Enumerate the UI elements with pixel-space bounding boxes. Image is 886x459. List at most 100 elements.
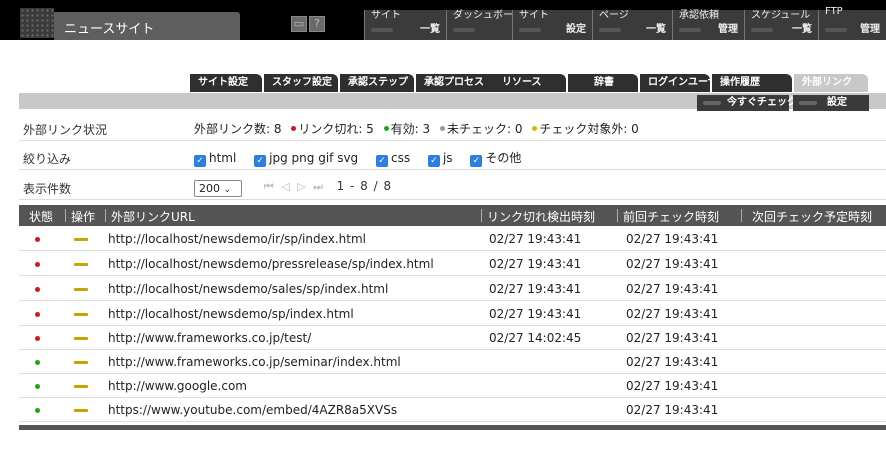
tab-approval-steps[interactable]: 承認ステップ — [340, 74, 414, 92]
nav-sublabel: 設定 — [566, 24, 586, 35]
broken-detected-time: 02/27 19:43:41 — [489, 307, 582, 321]
settings-button[interactable]: 設定 — [793, 95, 869, 111]
table-row[interactable]: http://localhost/newsdemo/sales/sp/index… — [19, 277, 886, 301]
tab-staff-settings[interactable]: スタッフ設定 — [264, 74, 338, 92]
table-row[interactable]: http://localhost/newsdemo/pressrelease/s… — [19, 252, 886, 276]
help-button[interactable]: ? — [309, 16, 325, 32]
table-row[interactable]: http://www.google.com 02/27 19:43:41 — [19, 374, 886, 398]
edit-bar-icon[interactable] — [74, 313, 88, 316]
grid-logo-icon[interactable] — [20, 8, 54, 38]
link-url[interactable]: http://www.frameworks.co.jp/test/ — [108, 331, 311, 345]
checkbox-icon[interactable]: ✓ — [470, 155, 483, 167]
previous-check-time: 02/27 19:43:41 — [626, 355, 719, 369]
prev-page-icon[interactable]: ◁ — [281, 180, 291, 193]
per-page-select[interactable]: 200 ⌄ — [194, 180, 242, 197]
edit-bar-icon[interactable] — [74, 385, 88, 388]
check-now-label: 今すぐチェック — [727, 97, 797, 108]
settings-label: 設定 — [827, 97, 847, 108]
broken-status-icon — [35, 237, 40, 242]
tab-resources[interactable]: リソース — [494, 74, 566, 92]
filter-html[interactable]: ✓ html — [194, 151, 236, 167]
nav-page-list[interactable]: ページ 一覧 — [592, 10, 672, 40]
table-row[interactable]: https://www.youtube.com/embed/4AZR8a5XVS… — [19, 398, 886, 422]
nav-site-settings[interactable]: サイト 設定 — [512, 10, 592, 40]
unchecked-dot-icon — [439, 126, 445, 131]
screen-icon[interactable]: ▭ — [291, 16, 307, 32]
tab-operation-history[interactable]: 操作履歴 — [712, 74, 792, 92]
nav-sublabel: 一覧 — [792, 24, 812, 35]
table-row[interactable]: http://www.frameworks.co.jp/test/ 02/27 … — [19, 326, 886, 350]
checkbox-icon[interactable]: ✓ — [376, 155, 388, 167]
col-url[interactable]: 外部リンクURL — [111, 208, 195, 225]
tab-dictionary[interactable]: 辞書 — [568, 74, 638, 92]
broken-status-icon — [35, 336, 40, 341]
table-row[interactable]: http://localhost/newsdemo/ir/sp/index.ht… — [19, 227, 886, 251]
link-url[interactable]: http://localhost/newsdemo/sales/sp/index… — [108, 282, 388, 296]
nav-label: ページ — [599, 10, 629, 21]
edit-bar-icon[interactable] — [74, 337, 88, 340]
col-next-check[interactable]: 次回チェック予定時刻 — [752, 208, 872, 225]
filter-label: 絞り込み — [23, 152, 72, 166]
checkbox-icon[interactable]: ✓ — [254, 155, 267, 167]
tab-external-links[interactable]: 外部リンク — [794, 74, 868, 92]
nav-sublabel: 管理 — [718, 24, 738, 35]
site-name: ニュースサイト — [64, 22, 155, 37]
link-url[interactable]: http://localhost/newsdemo/ir/sp/index.ht… — [108, 232, 366, 246]
tab-site-settings[interactable]: サイト設定 — [190, 74, 262, 92]
nav-label: FTP — [825, 6, 843, 17]
broken-count: リンク切れ: 5 — [298, 122, 374, 136]
nav-dashboard[interactable]: ダッシュボード — [446, 10, 523, 40]
edit-bar-icon[interactable] — [74, 288, 88, 291]
valid-status-icon — [35, 384, 40, 389]
table-row[interactable]: http://www.frameworks.co.jp/seminar/inde… — [19, 350, 886, 374]
col-broken-detected[interactable]: リンク切れ検出時刻 — [487, 208, 595, 225]
link-url[interactable]: http://localhost/newsdemo/sp/index.html — [108, 307, 354, 321]
link-url[interactable]: http://localhost/newsdemo/pressrelease/s… — [108, 257, 434, 271]
previous-check-time: 02/27 19:43:41 — [626, 257, 719, 271]
edit-bar-icon[interactable] — [74, 361, 88, 364]
broken-status-icon — [35, 262, 40, 267]
total-count: 外部リンク数: 8 — [194, 122, 282, 136]
filter-images[interactable]: ✓ jpg png gif svg — [254, 151, 358, 167]
status-summary: 外部リンク数: 8 リンク切れ: 5 有効: 3 未チェック: 0 チェック対象… — [194, 120, 645, 137]
nav-schedule-list[interactable]: スケジュール 一覧 — [744, 10, 818, 40]
valid-status-icon — [35, 360, 40, 365]
broken-status-icon — [35, 287, 40, 292]
nav-sublabel: 管理 — [860, 24, 880, 35]
first-page-icon[interactable]: ⏮ — [264, 180, 276, 193]
nav-site-list[interactable]: サイト 一覧 — [364, 10, 446, 40]
filter-js[interactable]: ✓ js — [427, 151, 453, 167]
table-header: 状態 操作 外部リンクURL リンク切れ検出時刻 前回チェック時刻 次回チェック… — [19, 205, 886, 226]
checkbox-icon[interactable]: ✓ — [194, 155, 206, 167]
filter-row: 絞り込み ✓ html ✓ jpg png gif svg ✓ css ✓ js ✓ その… — [19, 145, 886, 170]
edit-bar-icon[interactable] — [74, 409, 88, 412]
nav-label: スケジュール — [751, 10, 811, 21]
previous-check-time: 02/27 19:43:41 — [626, 379, 719, 393]
edit-bar-icon[interactable] — [74, 238, 88, 241]
nav-sublabel: 一覧 — [420, 24, 440, 35]
tab-login-users[interactable]: ログインユーザ — [640, 74, 718, 92]
previous-check-time: 02/27 19:43:41 — [626, 282, 719, 296]
tab-approval-process[interactable]: 承認プロセス — [416, 74, 500, 92]
chevron-down-icon: ⌄ — [223, 185, 232, 195]
link-url[interactable]: http://www.google.com — [108, 379, 247, 393]
filter-options: ✓ html ✓ jpg png gif svg ✓ css ✓ js ✓ その他 — [194, 149, 535, 167]
settings-tabs: サイト設定 スタッフ設定 承認ステップ 承認プロセス リソース 辞書 ログインユ… — [0, 74, 886, 94]
link-url[interactable]: http://www.frameworks.co.jp/seminar/inde… — [108, 355, 401, 369]
nav-ftp-management[interactable]: FTP 管理 — [818, 6, 886, 40]
edit-bar-icon[interactable] — [74, 263, 88, 266]
link-url[interactable]: https://www.youtube.com/embed/4AZR8a5XVS… — [108, 403, 397, 417]
table-row[interactable]: http://localhost/newsdemo/sp/index.html … — [19, 302, 886, 326]
nav-approval-management[interactable]: 承認依頼 管理 — [672, 10, 744, 40]
checkbox-icon[interactable]: ✓ — [427, 155, 440, 167]
next-page-icon[interactable]: ▷ — [297, 180, 307, 193]
check-now-button[interactable]: 今すぐチェック — [697, 95, 797, 111]
display-count-label: 表示件数 — [23, 182, 72, 196]
status-label: 外部リンク状況 — [23, 123, 108, 137]
col-status: 状態 — [29, 210, 54, 224]
site-tab: ニュースサイト — [54, 12, 240, 40]
filter-css[interactable]: ✓ css — [376, 151, 410, 167]
last-page-icon[interactable]: ⏭ — [313, 180, 325, 193]
col-previous-check[interactable]: 前回チェック時刻 — [623, 208, 719, 225]
filter-other[interactable]: ✓ その他 — [470, 151, 521, 167]
